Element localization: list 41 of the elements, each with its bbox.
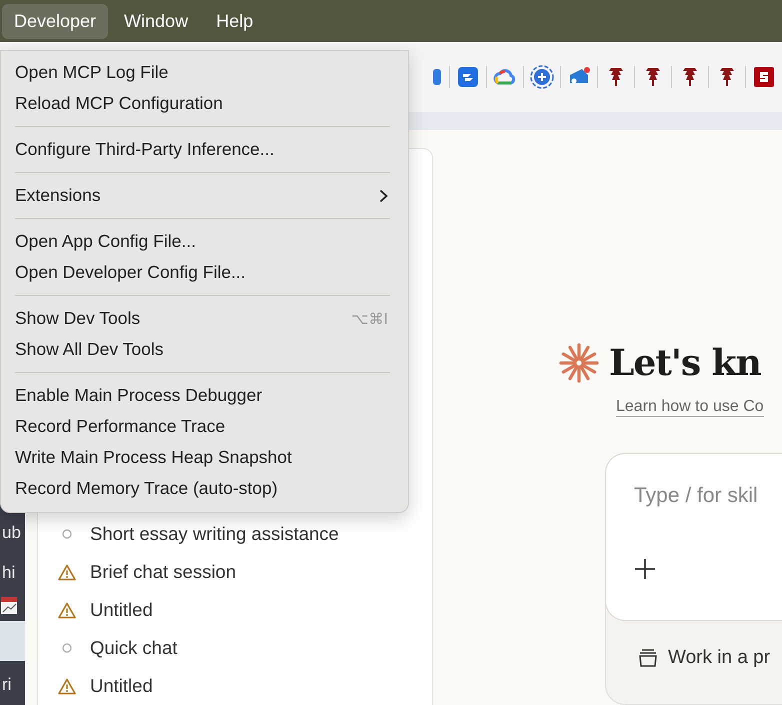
menu-item[interactable]: Configure Third-Party Inference... — [1, 134, 408, 165]
menu-item[interactable]: Open App Config File... — [1, 226, 408, 257]
menu-bar-item[interactable]: Developer — [2, 4, 108, 38]
menu-item[interactable]: Extensions — [1, 180, 408, 211]
menu-bar-item[interactable]: Window — [112, 4, 200, 38]
project-button[interactable]: Work in a pr — [668, 647, 770, 669]
plus-icon[interactable] — [634, 558, 656, 580]
circle-icon — [62, 529, 72, 539]
chat-item[interactable]: Quick chat — [90, 637, 178, 659]
asterisk-logo-icon — [559, 343, 599, 383]
extension-icon[interactable] — [752, 65, 776, 89]
warning-icon — [58, 678, 76, 694]
greeting-heading: Let's kn — [609, 342, 761, 384]
chat-item[interactable]: Untitled — [90, 599, 153, 621]
menu-item[interactable]: Enable Main Process Debugger — [1, 380, 408, 411]
window-thumbnail — [0, 621, 25, 661]
menu-item[interactable]: Record Performance Trace — [1, 411, 408, 442]
shortcut-label: ⌥⌘I — [351, 310, 388, 328]
calendar-icon — [0, 595, 18, 615]
warning-icon — [58, 564, 76, 580]
menu-item[interactable]: Write Main Process Heap Snapshot — [1, 442, 408, 473]
extension-icon[interactable] — [456, 65, 480, 89]
menu-item[interactable]: Show All Dev Tools — [1, 334, 408, 365]
menu-item[interactable]: Record Memory Trace (auto-stop) — [1, 473, 408, 504]
desktop-text: ub — [1, 522, 21, 544]
chat-item[interactable]: Short essay writing assistance — [90, 523, 339, 545]
menu-item[interactable]: Open Developer Config File... — [1, 257, 408, 288]
menu-item[interactable]: Show Dev Tools ⌥⌘I — [1, 303, 408, 334]
menu-item[interactable]: Reload MCP Configuration — [1, 88, 408, 119]
circle-icon — [62, 643, 72, 653]
message-input-field[interactable]: Type / for skil — [605, 453, 782, 621]
extension-icon[interactable] — [530, 65, 554, 89]
chat-item[interactable]: Untitled — [90, 675, 153, 697]
learn-link[interactable]: Learn how to use Co — [616, 398, 764, 417]
tray-icon — [638, 648, 658, 668]
menu-item[interactable]: Open MCP Log File — [1, 57, 408, 88]
menu-bar-item[interactable]: Help — [204, 4, 266, 38]
warning-icon — [58, 602, 76, 618]
chat-item[interactable]: Brief chat session — [90, 561, 236, 583]
desktop-text: hi — [1, 562, 16, 584]
desktop-text: ri — [1, 674, 12, 696]
